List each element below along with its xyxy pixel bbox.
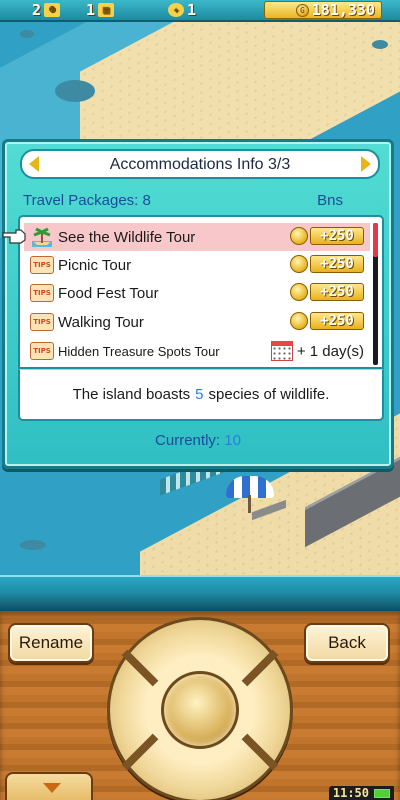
package-name: Hidden Treasure Spots Tour	[58, 343, 220, 359]
tips-icon: TIPS	[30, 311, 56, 333]
currently-label: Currently:	[155, 432, 221, 449]
package-row-see-the-wildlife-tour[interactable]: See the Wildlife Tour +250	[24, 223, 370, 251]
package-row-hidden-treasure-spots-tour[interactable]: TIPS Hidden Treasure Spots Tour + 1 day(…	[24, 337, 370, 365]
description-number: 5	[195, 386, 204, 403]
bonus-column-header: Bns	[317, 192, 343, 209]
back-button[interactable]: Back	[304, 623, 390, 663]
coin-icon	[290, 312, 308, 330]
population-stat: 2 ☻	[32, 0, 61, 20]
bonus-amount: +250	[310, 227, 364, 245]
currently-stat: Currently: 10	[5, 432, 391, 449]
directional-pad[interactable]	[107, 617, 293, 800]
bonus-amount: +250	[310, 312, 364, 330]
package-row-picnic-tour[interactable]: TIPS Picnic Tour +250	[24, 251, 370, 279]
bonus-amount: +250	[310, 255, 364, 273]
umbrella-pole	[248, 495, 251, 513]
wildlife-tour-icon	[30, 226, 56, 248]
coin-icon	[290, 227, 308, 245]
sea-rock	[20, 540, 46, 550]
coin-icon	[290, 255, 308, 273]
bonus-value: +250	[290, 283, 364, 301]
bonus-value: + 1 day(s)	[270, 341, 364, 361]
package-row-walking-tour[interactable]: TIPS Walking Tour +250	[24, 308, 370, 336]
population-value: 2	[32, 1, 42, 19]
system-clock: 11:50	[328, 786, 394, 800]
tips-icon: TIPS	[30, 254, 56, 276]
bonus-days: + 1 day(s)	[296, 342, 364, 360]
bonus-amount: +250	[310, 283, 364, 301]
down-arrow-icon	[43, 783, 61, 793]
next-page-arrow-icon[interactable]	[361, 156, 371, 172]
building-value: 1	[86, 1, 96, 19]
coin-icon	[290, 283, 308, 301]
description-text-before: The island boasts	[72, 386, 191, 403]
money-value: 181,330	[311, 1, 375, 19]
dpad-down-right	[241, 733, 279, 771]
sea-rock	[20, 30, 34, 38]
dpad-down-left	[121, 733, 159, 771]
building-stat: 1 ▦	[86, 0, 115, 20]
package-name: See the Wildlife Tour	[58, 228, 196, 246]
package-description: The island boasts 5 species of wildlife.	[18, 369, 384, 421]
bonus-value: +250	[290, 312, 364, 330]
battery-icon	[374, 788, 390, 798]
package-name: Picnic Tour	[58, 256, 132, 274]
dialog-title-bar: Accommodations Info 3/3	[20, 149, 380, 179]
bonus-value: +250	[290, 227, 364, 245]
currently-value: 10	[224, 432, 241, 449]
list-scrollbar[interactable]	[373, 223, 378, 365]
sea-rock	[55, 80, 95, 102]
status-bar: 2 ☻ 1 ▦ ✦ 1 G 181,330	[0, 0, 400, 22]
calendar-icon	[270, 341, 293, 361]
lightbulb-icon: ✦	[168, 3, 184, 17]
pointing-hand-icon	[2, 229, 26, 244]
tips-icon: TIPS	[30, 340, 56, 362]
idea-stat: ✦ 1	[168, 0, 196, 20]
rename-button[interactable]: Rename	[8, 623, 94, 663]
people-icon: ☻	[44, 3, 61, 17]
package-name: Food Fest Tour	[58, 284, 159, 302]
packages-list[interactable]: See the Wildlife Tour +250 TIPS Picnic T…	[18, 215, 384, 369]
package-row-food-fest-tour[interactable]: TIPS Food Fest Tour +250	[24, 279, 370, 307]
building-icon: ▦	[98, 3, 115, 17]
dialog-title: Accommodations Info 3/3	[109, 156, 291, 173]
dpad-up-left	[121, 649, 159, 687]
dpad-up-right	[241, 649, 279, 687]
package-name: Walking Tour	[58, 313, 144, 331]
travel-packages-label: Travel Packages: 8	[23, 192, 151, 209]
control-divider	[0, 575, 400, 611]
description-text-after: species of wildlife.	[208, 386, 330, 403]
money-display: G 181,330	[264, 1, 382, 19]
clock-time: 11:50	[332, 786, 369, 800]
scrollbar-thumb[interactable]	[373, 223, 378, 257]
accommodations-info-dialog: Accommodations Info 3/3 Travel Packages:…	[2, 139, 394, 469]
idea-value: 1	[187, 1, 197, 19]
collapse-tab[interactable]	[5, 772, 93, 800]
tips-icon: TIPS	[30, 282, 56, 304]
sea-rock	[372, 40, 388, 49]
bonus-value: +250	[290, 255, 364, 273]
coin-icon: G	[295, 3, 309, 17]
dpad-center-button[interactable]	[161, 671, 239, 749]
